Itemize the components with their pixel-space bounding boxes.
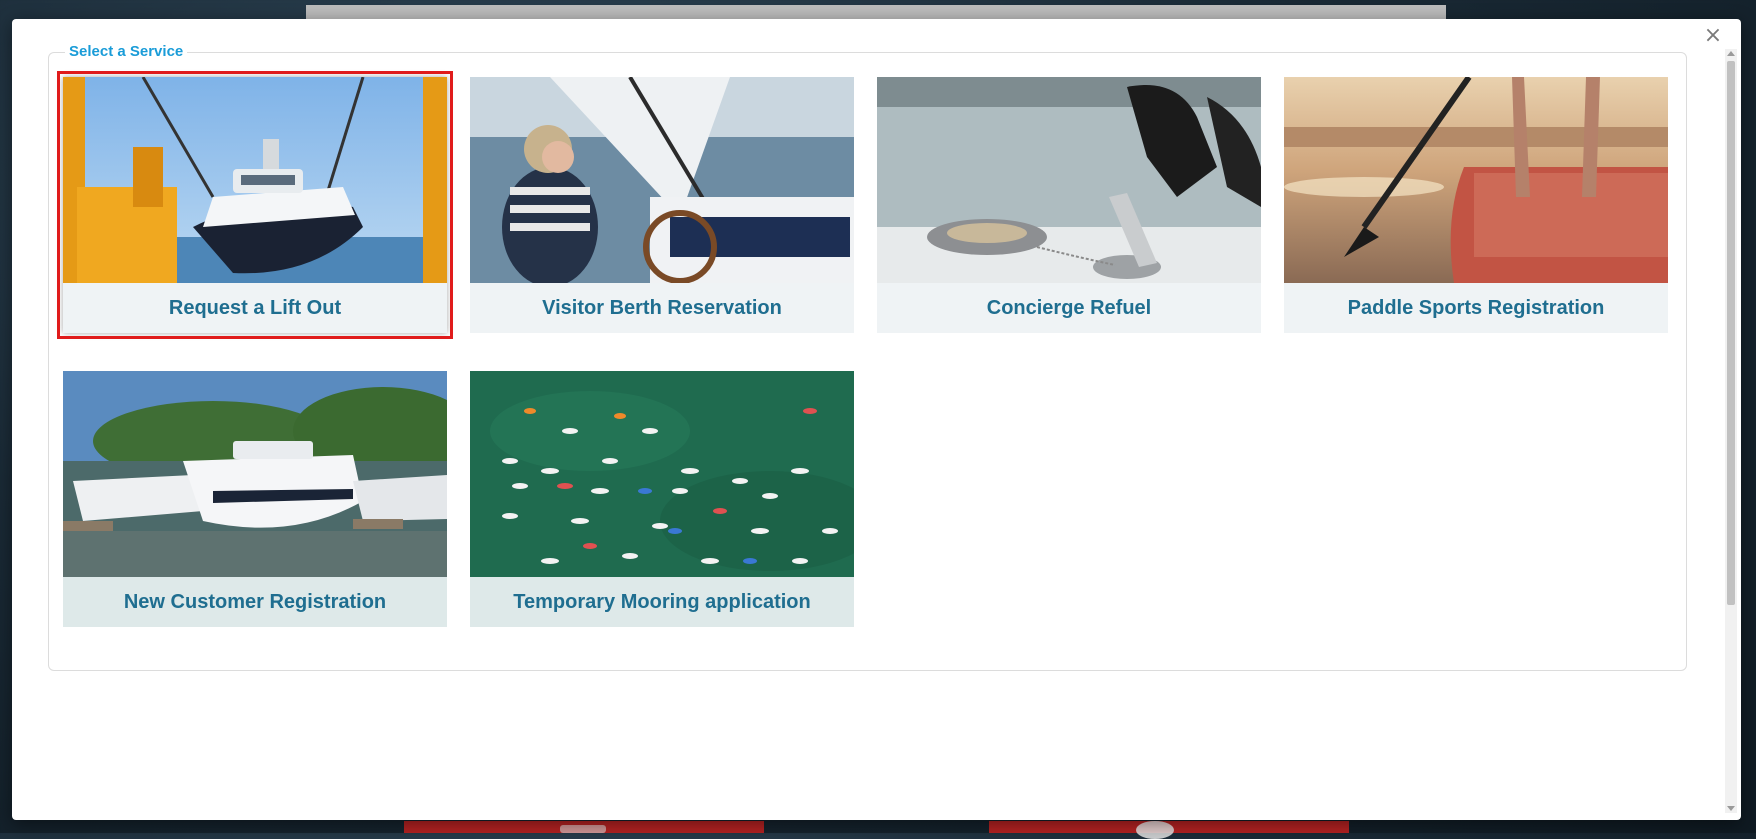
service-tile-lift-out[interactable]: Request a Lift Out bbox=[57, 71, 453, 339]
scrollbar-thumb[interactable] bbox=[1727, 61, 1735, 605]
service-tile-label: Concierge Refuel bbox=[877, 283, 1261, 333]
service-tile-label: Temporary Mooring application bbox=[470, 577, 854, 627]
fuel-nozzle-photo bbox=[877, 77, 1261, 283]
scrollbar[interactable] bbox=[1725, 49, 1737, 813]
service-fieldset: Select a Service Request a Lift Out Visi… bbox=[48, 43, 1687, 671]
service-tile-paddle-sports[interactable]: Paddle Sports Registration bbox=[1284, 77, 1668, 333]
scroll-down-icon[interactable] bbox=[1727, 806, 1735, 811]
boat-lift-photo bbox=[63, 77, 447, 283]
close-icon[interactable]: × bbox=[1702, 25, 1724, 47]
service-tile-temporary-mooring[interactable]: Temporary Mooring application bbox=[470, 371, 854, 627]
service-modal: × Select a Service Request a Lift Out Vi… bbox=[12, 19, 1741, 820]
service-tile-label: Visitor Berth Reservation bbox=[470, 283, 854, 333]
background-decoration bbox=[560, 825, 606, 833]
service-tile-label: New Customer Registration bbox=[63, 577, 447, 627]
moored-boats-aerial-photo bbox=[470, 371, 854, 577]
background-gear-icon bbox=[1136, 821, 1174, 839]
background-page-bar bbox=[306, 5, 1446, 19]
sailing-helm-photo bbox=[470, 77, 854, 283]
service-tile-label: Paddle Sports Registration bbox=[1284, 283, 1668, 333]
paddleboard-photo bbox=[1284, 77, 1668, 283]
service-tile-visitor-berth[interactable]: Visitor Berth Reservation bbox=[470, 77, 854, 333]
scroll-up-icon[interactable] bbox=[1727, 51, 1735, 56]
service-tile-label: Request a Lift Out bbox=[63, 283, 447, 333]
service-tile-concierge-refuel[interactable]: Concierge Refuel bbox=[877, 77, 1261, 333]
section-title: Select a Service bbox=[65, 43, 188, 60]
service-tile-new-customer[interactable]: New Customer Registration bbox=[63, 371, 447, 627]
marina-yachts-photo bbox=[63, 371, 447, 577]
